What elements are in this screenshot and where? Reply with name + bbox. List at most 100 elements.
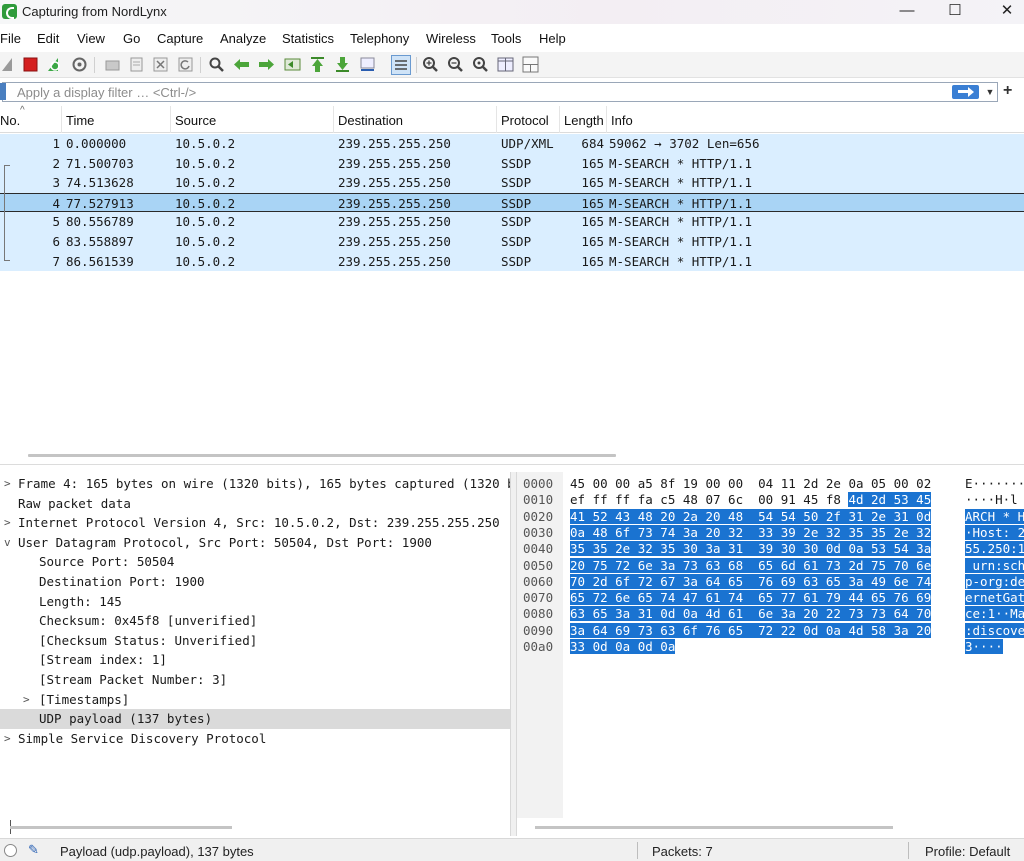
status-profile[interactable]: Profile: Default xyxy=(925,844,1010,859)
tree-item-checksum[interactable]: Checksum: 0x45f8 [unverified] xyxy=(0,611,510,631)
chevron-down-icon[interactable]: ▼ xyxy=(983,85,997,99)
tree-item-stream-index[interactable]: [Stream index: 1] xyxy=(0,650,510,670)
ascii-bytes-highlighted: urn:schemas-upn xyxy=(965,557,1024,573)
vertical-pane-splitter[interactable] xyxy=(510,472,517,836)
tree-item-stream-packet-number[interactable]: [Stream Packet Number: 3] xyxy=(0,670,510,690)
menu-help[interactable]: Help xyxy=(539,31,566,46)
menu-file[interactable]: File xyxy=(0,31,21,46)
byte-offset: 0020 xyxy=(523,508,554,524)
tree-item-udp[interactable]: v User Datagram Protocol, Src Port: 5050… xyxy=(0,533,510,553)
ascii-bytes: E······· xyxy=(965,476,1024,491)
menu-telephony[interactable]: Telephony xyxy=(350,31,409,46)
minimize-button[interactable]: — xyxy=(884,0,930,24)
packet-row[interactable]: 2 71.500703 10.5.0.2 239.255.255.250 SSD… xyxy=(0,153,1024,174)
tree-item-ipv4[interactable]: > Internet Protocol Version 4, Src: 10.5… xyxy=(0,513,510,533)
expand-arrow-icon[interactable]: > xyxy=(23,690,33,710)
add-filter-button[interactable]: + xyxy=(1003,82,1012,100)
packet-info: M-SEARCH * HTTP/1.1 xyxy=(609,155,752,171)
menu-capture[interactable]: Capture xyxy=(157,31,203,46)
packet-row[interactable]: 1 0.000000 10.5.0.2 239.255.255.250 UDP/… xyxy=(0,134,1024,154)
column-header-protocol[interactable]: Protocol xyxy=(497,106,560,133)
expand-arrow-icon[interactable]: > xyxy=(4,729,14,749)
save-file-icon[interactable] xyxy=(128,56,145,73)
packet-row[interactable]: 7 86.561539 10.5.0.2 239.255.255.250 SSD… xyxy=(0,251,1024,272)
filter-bookmark-icon[interactable] xyxy=(0,83,6,100)
go-back-icon[interactable] xyxy=(233,56,250,73)
bytes-row[interactable]: 0000 45 00 00 a5 8f 19 00 00 04 11 2d 2e… xyxy=(517,476,1024,492)
tree-item-ssdp[interactable]: > Simple Service Discovery Protocol xyxy=(0,729,510,749)
packet-length: 165 xyxy=(581,234,604,249)
go-forward-icon[interactable] xyxy=(258,56,275,73)
capture-comment-icon[interactable]: ✎ xyxy=(28,843,42,857)
menu-analyze[interactable]: Analyze xyxy=(220,31,266,46)
close-file-icon[interactable] xyxy=(152,56,169,73)
capture-options-icon[interactable] xyxy=(71,56,88,73)
column-header-length[interactable]: Length xyxy=(560,106,607,133)
pane-splitter[interactable] xyxy=(0,464,1024,465)
bytes-row[interactable]: 0060 70 2d 6f 72 67 3a 64 65 76 69 63 65… xyxy=(517,573,1024,590)
bytes-row[interactable]: 0080 63 65 3a 31 0d 0a 4d 61 6e 3a 20 22… xyxy=(517,606,1024,622)
menu-go[interactable]: Go xyxy=(123,31,140,46)
column-header-time[interactable]: Time xyxy=(62,106,171,133)
bytes-row[interactable]: 0020 41 52 43 48 20 2a 20 48 54 54 50 2f… xyxy=(517,508,1024,525)
column-header-info[interactable]: Info xyxy=(607,106,1024,133)
menu-view[interactable]: View xyxy=(77,31,105,46)
reload-file-icon[interactable] xyxy=(177,56,194,73)
stop-capture-icon[interactable] xyxy=(22,56,39,73)
tree-item-checksum-status[interactable]: [Checksum Status: Unverified] xyxy=(0,631,510,651)
details-horizontal-scrollbar[interactable] xyxy=(10,826,232,829)
layout-icon[interactable] xyxy=(522,56,539,73)
go-to-packet-icon[interactable] xyxy=(284,56,301,73)
packet-row[interactable]: 3 74.513628 10.5.0.2 239.255.255.250 SSD… xyxy=(0,173,1024,193)
menu-wireless[interactable]: Wireless xyxy=(426,31,476,46)
expand-arrow-icon[interactable]: > xyxy=(4,474,14,494)
close-button[interactable]: ✕ xyxy=(984,0,1024,24)
find-packet-icon[interactable] xyxy=(208,56,225,73)
display-filter-input[interactable] xyxy=(2,82,998,102)
packet-info: M-SEARCH * HTTP/1.1 xyxy=(609,214,752,230)
auto-scroll-icon[interactable] xyxy=(359,56,376,73)
menu-tools[interactable]: Tools xyxy=(491,31,521,46)
expert-info-icon[interactable] xyxy=(4,844,17,857)
ascii-bytes-highlighted: ernetGatewayDevi xyxy=(965,590,1024,606)
menu-edit[interactable]: Edit xyxy=(37,31,59,46)
collapse-arrow-icon[interactable]: v xyxy=(4,533,14,553)
bytes-row[interactable]: 0050 20 75 72 6e 3a 73 63 68 65 6d 61 73… xyxy=(517,557,1024,574)
tree-item-udp-payload[interactable]: UDP payload (137 bytes) xyxy=(0,709,510,729)
zoom-in-icon[interactable] xyxy=(422,56,439,73)
bytes-row[interactable]: 0010 ef ff ff fa c5 48 07 6c 00 91 45 f8… xyxy=(517,492,1024,508)
packet-row-selected[interactable]: 4 77.527913 10.5.0.2 239.255.255.250 SSD… xyxy=(0,192,1024,213)
packet-list-scrollbar[interactable] xyxy=(28,454,616,457)
colorize-icon[interactable] xyxy=(391,55,411,75)
tree-item-source-port[interactable]: Source Port: 50504 xyxy=(0,552,510,572)
menu-statistics[interactable]: Statistics xyxy=(282,31,334,46)
packet-row[interactable]: 6 83.558897 10.5.0.2 239.255.255.250 SSD… xyxy=(0,232,1024,252)
maximize-button[interactable]: ☐ xyxy=(932,0,978,24)
column-header-source[interactable]: Source xyxy=(171,106,334,133)
last-packet-icon[interactable] xyxy=(334,56,351,73)
tree-item-timestamps[interactable]: > [Timestamps] xyxy=(0,690,510,710)
column-header-destination[interactable]: Destination xyxy=(334,106,497,133)
tree-item-label: Source Port: 50504 xyxy=(39,554,175,570)
first-packet-icon[interactable] xyxy=(309,56,326,73)
tree-item-raw[interactable]: Raw packet data xyxy=(0,494,510,514)
open-file-icon[interactable] xyxy=(104,56,121,73)
tree-item-length[interactable]: Length: 145 xyxy=(0,592,510,612)
expand-arrow-icon[interactable]: > xyxy=(4,513,14,533)
tree-item-destination-port[interactable]: Destination Port: 1900 xyxy=(0,572,510,592)
bytes-horizontal-scrollbar[interactable] xyxy=(535,826,893,829)
packet-row[interactable]: 5 80.556789 10.5.0.2 239.255.255.250 SSD… xyxy=(0,212,1024,232)
resize-columns-icon[interactable] xyxy=(497,56,514,73)
zoom-out-icon[interactable] xyxy=(447,56,464,73)
column-header-no[interactable]: No. xyxy=(0,106,62,133)
bytes-row[interactable]: 00a0 33 0d 0a 0d 0a 3···· xyxy=(517,639,1024,655)
shark-fin-start-icon[interactable] xyxy=(0,56,17,73)
apply-filter-button[interactable] xyxy=(952,85,979,99)
bytes-row[interactable]: 0070 65 72 6e 65 74 47 61 74 65 77 61 79… xyxy=(517,590,1024,606)
normal-size-icon[interactable] xyxy=(472,56,489,73)
bytes-row[interactable]: 0040 35 35 2e 32 35 30 3a 31 39 30 30 0d… xyxy=(517,541,1024,557)
bytes-row[interactable]: 0090 3a 64 69 73 63 6f 76 65 72 22 0d 0a… xyxy=(517,622,1024,639)
tree-item-frame[interactable]: > Frame 4: 165 bytes on wire (1320 bits)… xyxy=(0,474,510,494)
bytes-row[interactable]: 0030 0a 48 6f 73 74 3a 20 32 33 39 2e 32… xyxy=(517,524,1024,541)
restart-capture-icon[interactable] xyxy=(46,56,63,73)
